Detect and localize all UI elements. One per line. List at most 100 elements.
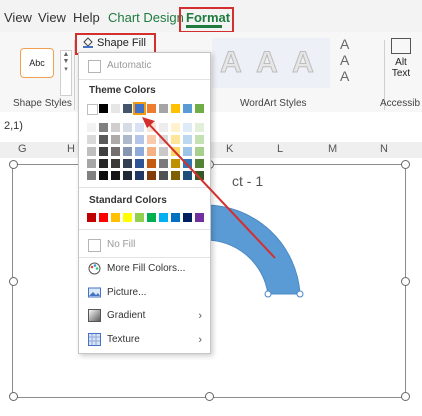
texture-menu-item[interactable]: Texture › (79, 330, 210, 350)
gradient-menu-item[interactable]: Gradient › (79, 306, 210, 326)
standard-colors-header: Standard Colors (89, 195, 167, 206)
theme-shade-swatch[interactable] (147, 135, 156, 144)
theme-shade-swatch[interactable] (195, 135, 204, 144)
theme-shade-swatch[interactable] (87, 135, 96, 144)
chart-arc-layer (204, 204, 304, 298)
standard-color-swatch[interactable] (159, 213, 168, 222)
theme-shade-swatch[interactable] (195, 147, 204, 156)
standard-color-swatch[interactable] (87, 213, 96, 222)
picture-menu-item[interactable]: Picture... (79, 283, 210, 303)
theme-shade-swatch[interactable] (159, 171, 168, 180)
theme-shade-swatch[interactable] (147, 159, 156, 168)
gradient-icon (88, 309, 101, 322)
theme-shade-swatch[interactable] (147, 147, 156, 156)
theme-shade-swatch[interactable] (99, 123, 108, 132)
gradient-submenu-arrow-icon: › (198, 310, 202, 322)
standard-color-swatch[interactable] (99, 213, 108, 222)
theme-shade-swatch[interactable] (195, 171, 204, 180)
standard-color-swatch[interactable] (195, 213, 204, 222)
theme-shade-swatch[interactable] (159, 159, 168, 168)
automatic-menu-item[interactable]: Automatic (79, 56, 210, 76)
theme-color-swatch[interactable] (159, 104, 168, 113)
theme-shade-swatch[interactable] (99, 135, 108, 144)
theme-color-swatch[interactable] (147, 104, 156, 113)
theme-shade-swatch[interactable] (123, 171, 132, 180)
picture-label: Picture... (107, 287, 147, 298)
theme-shade-swatch[interactable] (183, 135, 192, 144)
theme-shade-swatch[interactable] (171, 135, 180, 144)
more-fill-colors-menu-item[interactable]: More Fill Colors... (79, 259, 210, 279)
theme-shade-swatch[interactable] (111, 135, 120, 144)
menu-divider-2 (79, 187, 210, 188)
texture-submenu-arrow-icon: › (198, 334, 202, 346)
no-fill-menu-item[interactable]: No Fill (79, 235, 210, 255)
theme-colors-header: Theme Colors (89, 85, 156, 96)
automatic-swatch (88, 60, 101, 73)
no-fill-swatch (88, 239, 101, 252)
picture-icon (88, 286, 101, 299)
arc-handle-left (264, 290, 272, 298)
theme-color-swatch[interactable] (123, 104, 132, 113)
theme-shade-swatch[interactable] (159, 135, 168, 144)
theme-color-swatch[interactable] (183, 104, 192, 113)
theme-color-swatch[interactable] (133, 102, 146, 115)
theme-shade-swatch[interactable] (195, 123, 204, 132)
theme-shade-swatch[interactable] (183, 159, 192, 168)
theme-shade-swatch[interactable] (123, 135, 132, 144)
theme-shade-swatch[interactable] (183, 171, 192, 180)
theme-shade-swatch[interactable] (87, 147, 96, 156)
theme-color-swatch[interactable] (99, 104, 108, 113)
theme-shade-swatch[interactable] (111, 159, 120, 168)
theme-color-swatch[interactable] (195, 104, 204, 113)
theme-shade-swatch[interactable] (99, 171, 108, 180)
standard-color-swatch[interactable] (147, 213, 156, 222)
theme-shade-swatch[interactable] (147, 123, 156, 132)
theme-shade-swatch[interactable] (87, 159, 96, 168)
standard-color-swatch[interactable] (123, 213, 132, 222)
standard-color-swatch[interactable] (135, 213, 144, 222)
theme-shade-swatch[interactable] (171, 147, 180, 156)
standard-color-swatch[interactable] (183, 213, 192, 222)
theme-shade-swatch[interactable] (147, 171, 156, 180)
no-fill-label: No Fill (107, 239, 136, 250)
theme-shade-swatch[interactable] (171, 171, 180, 180)
theme-color-swatch[interactable] (87, 104, 98, 115)
theme-shade-swatch[interactable] (123, 147, 132, 156)
theme-shade-swatch[interactable] (135, 171, 144, 180)
theme-shade-swatch[interactable] (183, 147, 192, 156)
theme-shade-swatch[interactable] (159, 147, 168, 156)
theme-shade-swatch[interactable] (195, 159, 204, 168)
palette-icon (88, 262, 101, 275)
theme-shade-swatch[interactable] (111, 123, 120, 132)
theme-shade-swatch[interactable] (135, 159, 144, 168)
theme-shade-swatch[interactable] (87, 171, 96, 180)
standard-color-swatch[interactable] (111, 213, 120, 222)
chart-arc-segment (204, 204, 301, 295)
theme-shade-swatch[interactable] (87, 123, 96, 132)
theme-shade-swatch[interactable] (111, 147, 120, 156)
menu-divider (79, 79, 210, 80)
gradient-label: Gradient (107, 310, 146, 321)
more-fill-colors-label: More Fill Colors... (107, 263, 186, 274)
theme-shade-swatch[interactable] (99, 147, 108, 156)
theme-shade-swatch[interactable] (171, 159, 180, 168)
menu-divider-3 (79, 229, 210, 230)
theme-shade-swatch[interactable] (135, 135, 144, 144)
shape-fill-dropdown-menu: Automatic Theme Colors Standard Colors N… (78, 52, 211, 354)
theme-color-swatch[interactable] (171, 104, 180, 113)
texture-icon (88, 333, 101, 346)
standard-color-swatch[interactable] (171, 213, 180, 222)
theme-shade-swatch[interactable] (99, 159, 108, 168)
theme-color-swatch[interactable] (111, 104, 120, 113)
theme-shade-swatch[interactable] (171, 123, 180, 132)
theme-shade-swatch[interactable] (183, 123, 192, 132)
texture-label: Texture (107, 334, 140, 345)
arc-handle-right (296, 290, 304, 298)
theme-shade-swatch[interactable] (123, 123, 132, 132)
theme-shade-swatch[interactable] (135, 123, 144, 132)
theme-shade-swatch[interactable] (111, 171, 120, 180)
theme-shade-swatch[interactable] (159, 123, 168, 132)
theme-shade-swatch[interactable] (135, 147, 144, 156)
theme-shade-swatch[interactable] (123, 159, 132, 168)
automatic-label: Automatic (107, 60, 152, 71)
